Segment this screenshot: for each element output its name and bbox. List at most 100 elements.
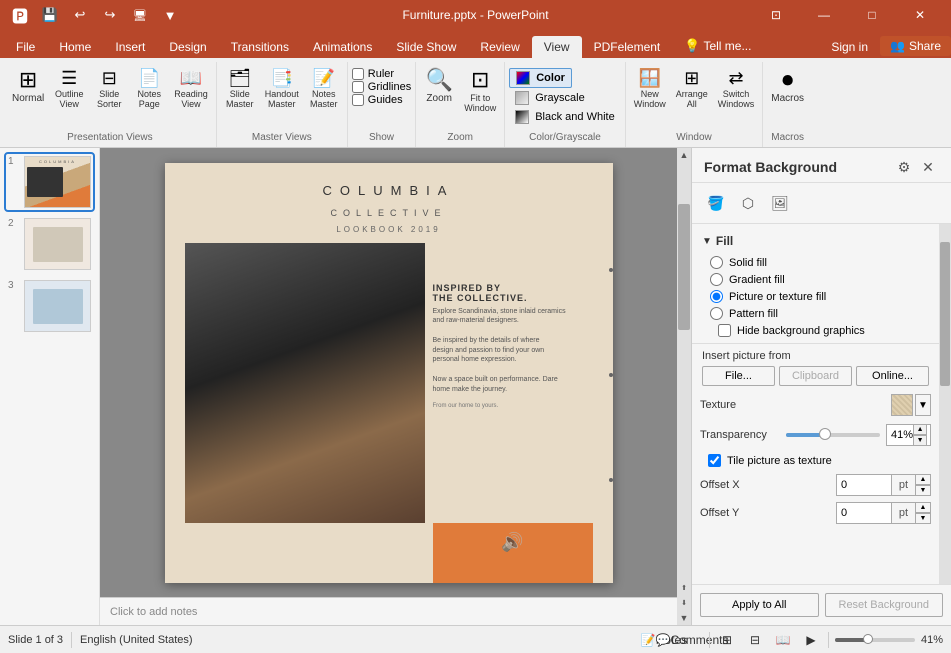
- arrange-btn[interactable]: ⊞ ArrangeAll: [672, 66, 712, 112]
- scroll-up-arrow[interactable]: ▲: [677, 148, 691, 162]
- panel-icon-tabs: 🪣 ⬡ 🖼: [692, 183, 951, 224]
- gridlines-check[interactable]: Gridlines: [352, 81, 411, 93]
- gradient-fill-option[interactable]: Gradient fill: [710, 273, 929, 286]
- handout-master-btn[interactable]: 📑 HandoutMaster: [261, 66, 303, 112]
- tab-review[interactable]: Review: [468, 36, 531, 58]
- new-window-btn[interactable]: 🪟 NewWindow: [630, 66, 670, 112]
- scroll-track-vertical[interactable]: [677, 162, 691, 581]
- trans-spinner-down[interactable]: ▼: [913, 435, 927, 446]
- transparency-spinner: ▲ ▼: [913, 424, 927, 446]
- present-btn[interactable]: 🖥: [128, 3, 152, 27]
- tab-tellme[interactable]: 💡 Tell me...: [672, 34, 763, 58]
- solid-fill-option[interactable]: Solid fill: [710, 256, 929, 269]
- offset-x-up[interactable]: ▲: [915, 474, 931, 485]
- normal-view-status[interactable]: ⊞: [716, 629, 738, 651]
- normal-view-btn[interactable]: ⊞ Normal: [8, 66, 48, 107]
- guides-check[interactable]: Guides: [352, 94, 411, 106]
- offset-y-up[interactable]: ▲: [915, 502, 931, 513]
- texture-row: Texture ▼: [692, 390, 939, 420]
- fill-section: ▼ Fill Solid fill Gradient fill: [692, 224, 939, 344]
- file-btn[interactable]: File...: [702, 366, 775, 386]
- close-btn[interactable]: ✕: [897, 0, 943, 30]
- tab-slideshow[interactable]: Slide Show: [384, 36, 468, 58]
- scroll-down-arrow[interactable]: ▼: [677, 611, 691, 625]
- scroll-expand-up[interactable]: ⬆: [677, 581, 691, 595]
- macros-btn[interactable]: ⏺ Macros: [767, 66, 808, 107]
- tab-pdfelement[interactable]: PDFelement: [582, 36, 673, 58]
- slide-master-btn[interactable]: 🗂 SlideMaster: [221, 66, 259, 112]
- tile-checkbox[interactable]: [708, 454, 721, 467]
- tab-animations[interactable]: Animations: [301, 36, 384, 58]
- offset-x-down[interactable]: ▼: [915, 485, 931, 496]
- fill-section-header[interactable]: ▼ Fill: [702, 230, 929, 252]
- trans-spinner-up[interactable]: ▲: [913, 424, 927, 435]
- transparency-slider[interactable]: [786, 433, 880, 437]
- slider-thumb[interactable]: [819, 428, 831, 440]
- offset-x-input[interactable]: [836, 474, 891, 496]
- reading-view-status[interactable]: 📖: [772, 629, 794, 651]
- comments-status-btn[interactable]: 💬 Comments: [681, 629, 703, 651]
- bw-btn[interactable]: Black and White: [509, 108, 620, 126]
- tile-picture-option[interactable]: Tile picture as texture: [700, 454, 931, 467]
- fit-to-window-btn[interactable]: ⊡ Fit toWindow: [460, 66, 500, 116]
- ruler-check[interactable]: Ruler: [352, 68, 411, 80]
- offset-y-down[interactable]: ▼: [915, 513, 931, 524]
- effects-icon-tab[interactable]: ⬡: [734, 189, 762, 217]
- slide-sorter-btn[interactable]: ⊟ SlideSorter: [90, 66, 128, 112]
- slide-thumb-1[interactable]: 1 COLUMBIA: [6, 154, 93, 210]
- tab-file[interactable]: File: [4, 36, 47, 58]
- panel-scrollbar[interactable]: [939, 224, 951, 584]
- undo-btn[interactable]: ↩: [68, 3, 92, 27]
- notes-master-btn[interactable]: 📝 NotesMaster: [305, 66, 343, 112]
- main-area: 1 COLUMBIA 2 3: [0, 148, 951, 625]
- picture-fill-option[interactable]: Picture or texture fill: [710, 290, 929, 303]
- minimize-btn[interactable]: —: [801, 0, 847, 30]
- slide-canvas-area[interactable]: COLUMBIA COLLECTIVE LOOKBOOK 2019 INSPIR…: [100, 148, 677, 597]
- tab-design[interactable]: Design: [157, 36, 218, 58]
- tab-insert[interactable]: Insert: [103, 36, 157, 58]
- scroll-expand-down[interactable]: ⬇: [677, 596, 691, 610]
- hide-bg-option[interactable]: Hide background graphics: [710, 324, 929, 337]
- reading-view-btn[interactable]: 📖 ReadingView: [170, 66, 212, 112]
- grayscale-btn[interactable]: Grayscale: [509, 89, 591, 107]
- tab-home[interactable]: Home: [47, 36, 103, 58]
- show-label: Show: [369, 130, 394, 147]
- tab-view[interactable]: View: [532, 36, 582, 58]
- save-btn[interactable]: 💾: [38, 3, 62, 27]
- zoom-thumb[interactable]: [863, 634, 873, 644]
- restore-btn[interactable]: ⊡: [753, 0, 799, 30]
- tab-share[interactable]: 👥 Share: [880, 36, 951, 56]
- qat-dropdown[interactable]: ▼: [158, 3, 182, 27]
- notes-input-area[interactable]: Click to add notes: [100, 597, 677, 625]
- notes-page-btn[interactable]: 📄 NotesPage: [130, 66, 168, 112]
- apply-to-all-btn[interactable]: Apply to All: [700, 593, 819, 617]
- offset-x-control: pt ▲ ▼: [836, 474, 931, 496]
- tab-signin[interactable]: Sign in: [819, 36, 880, 58]
- new-window-label: NewWindow: [634, 89, 666, 109]
- fill-icon-tab[interactable]: 🪣: [702, 189, 730, 217]
- panel-close-icon[interactable]: ✕: [917, 156, 939, 178]
- slide-thumb-2[interactable]: 2: [6, 216, 93, 272]
- picture-icon-tab[interactable]: 🖼: [766, 189, 794, 217]
- panel-scroll-thumb[interactable]: [940, 242, 950, 386]
- maximize-btn[interactable]: □: [849, 0, 895, 30]
- slideshow-status[interactable]: ▶: [800, 629, 822, 651]
- zoom-slider[interactable]: [835, 638, 915, 642]
- panel-options-icon[interactable]: ⚙: [893, 156, 915, 178]
- switch-windows-btn[interactable]: ⇄ SwitchWindows: [714, 66, 759, 112]
- reset-background-btn[interactable]: Reset Background: [825, 593, 944, 617]
- vertical-scrollbar[interactable]: ▲ ⬆ ⬇ ▼: [677, 148, 691, 625]
- texture-dropdown-btn[interactable]: ▼: [915, 394, 931, 416]
- outline-view-btn[interactable]: ☰ OutlineView: [50, 66, 88, 112]
- scroll-thumb-vertical[interactable]: [678, 204, 690, 330]
- clipboard-btn[interactable]: Clipboard: [779, 366, 852, 386]
- pattern-fill-option[interactable]: Pattern fill: [710, 307, 929, 320]
- online-btn[interactable]: Online...: [856, 366, 929, 386]
- redo-btn[interactable]: ↪: [98, 3, 122, 27]
- color-btn[interactable]: Color: [509, 68, 572, 88]
- tab-transitions[interactable]: Transitions: [219, 36, 301, 58]
- offset-y-input[interactable]: [836, 502, 891, 524]
- zoom-btn[interactable]: 🔍 Zoom: [420, 66, 458, 107]
- slide-thumb-3[interactable]: 3: [6, 278, 93, 334]
- sorter-view-status[interactable]: ⊟: [744, 629, 766, 651]
